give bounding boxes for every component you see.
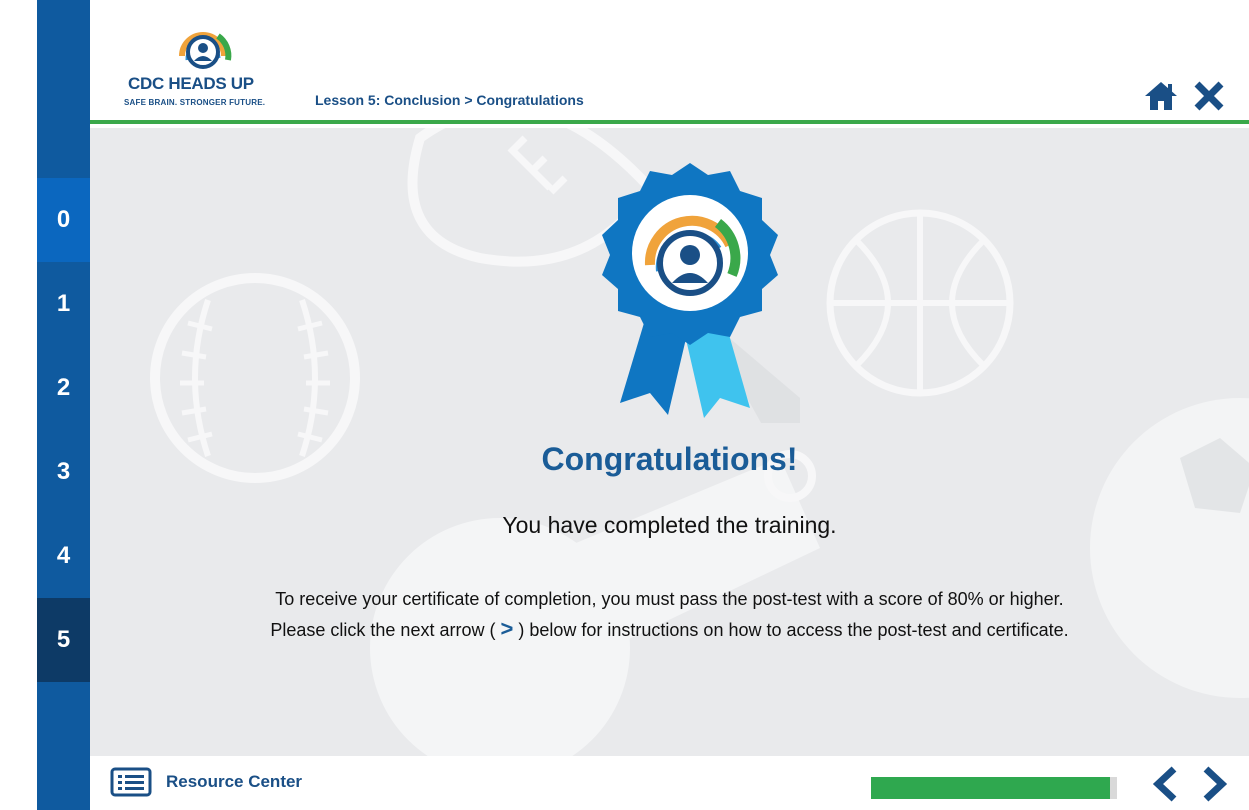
basketball-icon <box>826 209 1014 397</box>
instruction-line-2-end: ) below for instructions on how to acces… <box>518 620 1069 640</box>
course-player: 0 1 2 3 4 5 CDC HEADS UP SAFE BRAIN. STR… <box>0 0 1249 810</box>
resource-center-label: Resource Center <box>166 772 303 791</box>
certificate-instructions: To receive your certificate of completio… <box>90 584 1249 645</box>
award-ribbon-icon <box>602 163 800 423</box>
brand-title: CDC HEADS UP <box>128 74 254 93</box>
sidebar-item-label: 0 <box>56 206 71 233</box>
sidebar-item-lesson-4[interactable]: 4 <box>37 514 90 598</box>
instruction-line-1: To receive your certificate of completio… <box>275 589 1064 609</box>
cdc-heads-up-logo: CDC HEADS UP SAFE BRAIN. STRONGER FUTURE… <box>106 18 296 108</box>
sidebar-item-lesson-2[interactable]: 2 <box>37 346 90 430</box>
header-actions <box>1143 78 1227 114</box>
brand-tagline: SAFE BRAIN. STRONGER FUTURE. <box>124 98 266 107</box>
sidebar-item-label: 3 <box>56 458 71 485</box>
course-progress-bar <box>871 777 1117 799</box>
footer: Resource Center <box>90 756 1249 810</box>
lesson-sidebar: 0 1 2 3 4 5 <box>37 0 90 810</box>
completion-message: You have completed the training. <box>502 512 837 538</box>
sidebar-item-label: 4 <box>56 542 71 569</box>
heads-up-logo-icon <box>179 32 232 69</box>
previous-arrow-icon[interactable] <box>1148 765 1182 803</box>
resource-center-button[interactable]: Resource Center <box>110 767 302 797</box>
home-icon[interactable] <box>1143 78 1179 114</box>
breadcrumb: Lesson 5: Conclusion > Congratulations <box>315 92 584 108</box>
instruction-line-2: Please click the next arrow ( > ) below … <box>90 614 1249 645</box>
sidebar-item-label: 5 <box>56 626 71 653</box>
sidebar-item-label: 2 <box>56 374 71 401</box>
lesson-stage: Congratulations! You have completed the … <box>90 128 1249 756</box>
instruction-line-2-start: Please click the next arrow ( <box>270 620 496 640</box>
sidebar-item-label: 1 <box>56 290 71 317</box>
sidebar-item-lesson-1[interactable]: 1 <box>37 262 90 346</box>
next-arrow-glyph: > <box>500 616 514 641</box>
sidebar-item-lesson-3[interactable]: 3 <box>37 430 90 514</box>
course-progress-fill <box>871 777 1110 799</box>
close-icon[interactable] <box>1191 78 1227 114</box>
next-arrow-icon[interactable] <box>1198 765 1232 803</box>
header: CDC HEADS UP SAFE BRAIN. STRONGER FUTURE… <box>90 0 1249 124</box>
list-icon <box>110 767 152 797</box>
sidebar-item-lesson-0[interactable]: 0 <box>37 178 90 262</box>
congratulations-heading: Congratulations! <box>541 441 798 477</box>
sidebar-item-lesson-5[interactable]: 5 <box>37 598 90 682</box>
